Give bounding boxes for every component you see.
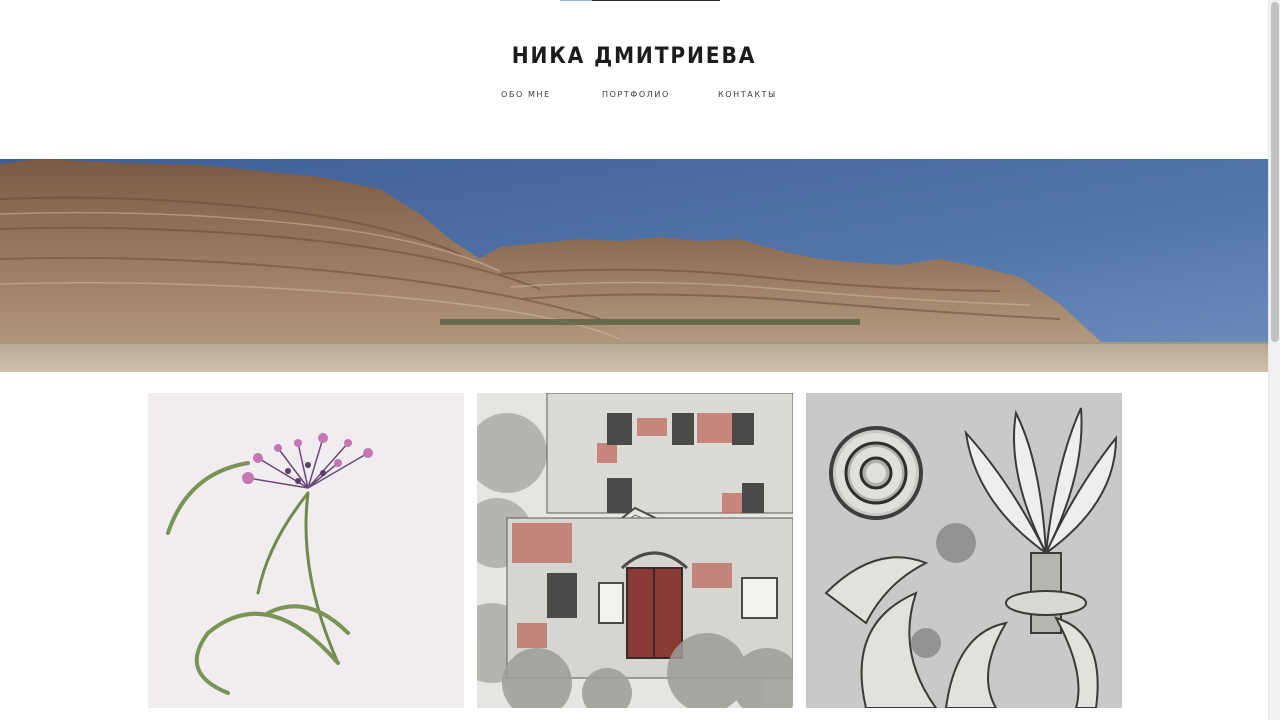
scrollbar-thumb[interactable] [1271, 2, 1279, 342]
loading-progress-fill [560, 0, 592, 1]
nav-item-about[interactable]: ОБО МНЕ [501, 90, 551, 99]
main-nav: ОБО МНЕ ПОРТФОЛИО КОНТАКТЫ [0, 90, 1268, 102]
gallery-item-house[interactable] [477, 393, 793, 708]
loading-progress-line [560, 0, 720, 1]
gallery-item-flower[interactable] [148, 393, 464, 708]
flower-artwork-image [148, 393, 464, 708]
gallery-item-capital[interactable] [806, 393, 1122, 708]
nav-item-portfolio[interactable]: ПОРТФОЛИО [602, 90, 670, 99]
capital-artwork-image [806, 393, 1122, 708]
hero-landscape-image [0, 159, 1268, 372]
nav-item-contacts[interactable]: КОНТАКТЫ [718, 90, 777, 99]
page: НИКА ДМИТРИЕВА ОБО МНЕ ПОРТФОЛИО КОНТАКТ… [0, 0, 1280, 720]
portfolio-gallery [148, 393, 1122, 720]
house-artwork-image [477, 393, 793, 708]
site-title[interactable]: НИКА ДМИТРИЕВА [51, 44, 1218, 69]
page-scrollbar[interactable] [1268, 0, 1280, 720]
hero-banner [0, 159, 1268, 372]
